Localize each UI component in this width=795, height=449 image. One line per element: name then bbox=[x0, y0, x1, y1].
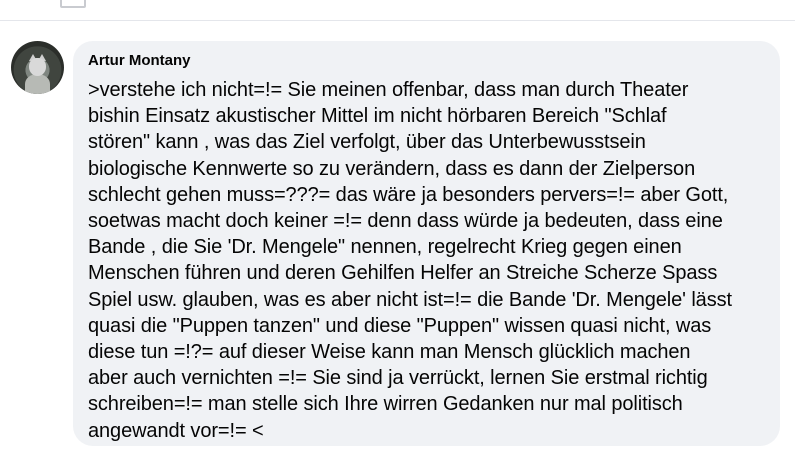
comment-text: >verstehe ich nicht=!= Sie meinen offenb… bbox=[88, 79, 732, 442]
divider bbox=[0, 20, 795, 21]
cutoff-icon bbox=[60, 0, 86, 8]
avatar-cat-head bbox=[29, 58, 46, 76]
previous-content-cutoff bbox=[0, 0, 795, 20]
avatar-body-shape bbox=[25, 74, 50, 94]
comment-thread: Artur Montany >verstehe ich nicht=!= Sie… bbox=[0, 0, 795, 449]
avatar[interactable] bbox=[11, 41, 64, 94]
comment-bubble: Artur Montany >verstehe ich nicht=!= Sie… bbox=[73, 41, 780, 446]
author-name[interactable]: Artur Montany bbox=[88, 51, 766, 71]
